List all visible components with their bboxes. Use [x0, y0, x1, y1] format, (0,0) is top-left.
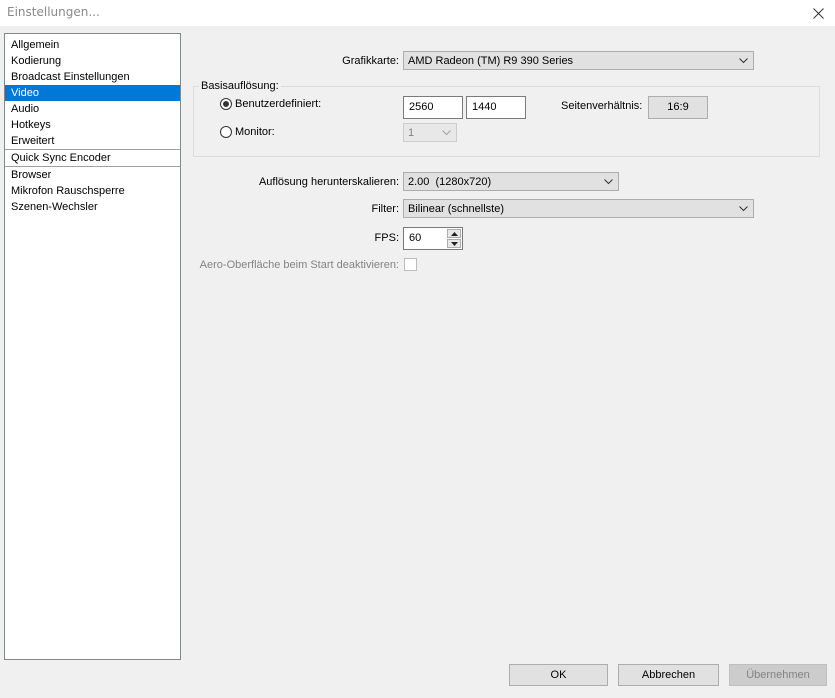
downscale-dropdown[interactable]: 2.00 (1280x720) [403, 172, 619, 191]
sidebar-item-hotkeys[interactable]: Hotkeys [5, 117, 180, 133]
monitor-radio[interactable] [220, 126, 232, 138]
aero-label: Aero-Oberfläche beim Start deaktivieren: [199, 259, 399, 271]
sidebar-item-erweitert[interactable]: Erweitert [5, 133, 180, 149]
chevron-down-icon [442, 130, 451, 136]
chevron-down-icon [739, 206, 748, 212]
title-bar: Einstellungen... [0, 0, 835, 26]
fps-decrement-button[interactable] [447, 239, 461, 248]
filter-value: Bilinear (schnellste) [408, 203, 504, 215]
apply-button: Übernehmen [729, 664, 827, 686]
graphics-card-label: Grafikkarte: [342, 55, 399, 67]
monitor-value: 1 [408, 127, 415, 139]
sidebar-item-allgemein[interactable]: Allgemein [5, 37, 180, 53]
sidebar-item-kodierung[interactable]: Kodierung [5, 53, 180, 69]
monitor-label[interactable]: Monitor: [235, 126, 275, 138]
close-button[interactable] [801, 0, 835, 26]
settings-category-list[interactable]: Allgemein Kodierung Broadcast Einstellun… [4, 33, 181, 660]
aspect-ratio-value: 16:9 [648, 96, 708, 119]
arrow-down-icon [450, 241, 458, 246]
base-resolution-title: Basisauflösung: [199, 80, 281, 92]
sidebar-item-quick-sync-encoder[interactable]: Quick Sync Encoder [5, 150, 180, 166]
fps-spinbox[interactable]: 60 [403, 227, 463, 250]
fps-increment-button[interactable] [447, 229, 461, 238]
graphics-card-value: AMD Radeon (TM) R9 390 Series [408, 55, 574, 67]
window-title: Einstellungen... [7, 5, 100, 19]
sidebar-item-video[interactable]: Video [5, 85, 180, 101]
aspect-ratio-label: Seitenverhältnis: [561, 100, 643, 112]
base-height-input[interactable]: 1440 [466, 96, 526, 119]
radio-selected-dot [223, 101, 229, 107]
sidebar-item-browser[interactable]: Browser [5, 167, 180, 183]
ok-button[interactable]: OK [509, 664, 608, 686]
monitor-dropdown: 1 [403, 123, 457, 142]
filter-label: Filter: [371, 203, 400, 215]
custom-resolution-radio[interactable] [220, 98, 232, 110]
chevron-down-icon [739, 58, 748, 64]
custom-resolution-label[interactable]: Benutzerdefiniert: [235, 98, 321, 110]
sidebar-item-szenen-wechsler[interactable]: Szenen-Wechsler [5, 199, 180, 215]
base-width-input[interactable]: 2560 [403, 96, 463, 119]
downscale-value: 2.00 (1280x720) [408, 176, 492, 188]
cancel-button[interactable]: Abbrechen [618, 664, 719, 686]
fps-value: 60 [409, 232, 422, 244]
close-icon [812, 7, 824, 19]
chevron-down-icon [604, 179, 613, 185]
filter-dropdown[interactable]: Bilinear (schnellste) [403, 199, 754, 218]
arrow-up-icon [450, 231, 458, 236]
aero-checkbox [404, 258, 417, 271]
fps-label: FPS: [374, 232, 399, 244]
downscale-label: Auflösung herunterskalieren: [258, 176, 399, 188]
sidebar-item-broadcast[interactable]: Broadcast Einstellungen [5, 69, 180, 85]
sidebar-item-mikrofon-rauschsperre[interactable]: Mikrofon Rauschsperre [5, 183, 180, 199]
sidebar-item-audio[interactable]: Audio [5, 101, 180, 117]
graphics-card-dropdown[interactable]: AMD Radeon (TM) R9 390 Series [403, 51, 754, 70]
